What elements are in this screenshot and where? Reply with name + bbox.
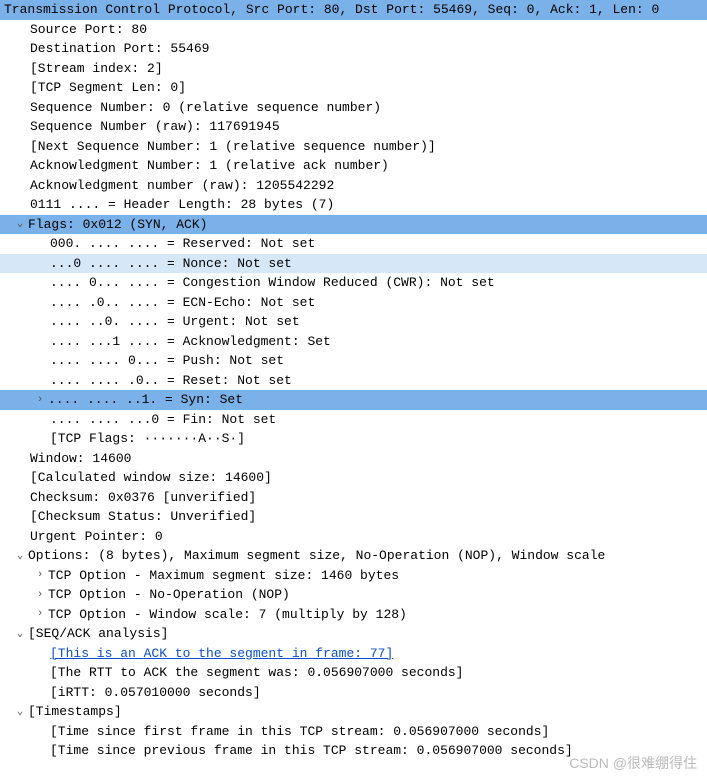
tcp-header[interactable]: Transmission Control Protocol, Src Port:… [0,0,707,20]
chevron-down-icon[interactable]: ⌄ [14,216,26,233]
field-seq-num-raw[interactable]: Sequence Number (raw): 117691945 [0,117,707,137]
field-seq-num[interactable]: Sequence Number: 0 (relative sequence nu… [0,98,707,118]
timestamps-section[interactable]: ⌄ [Timestamps] [0,702,707,722]
timestamps-summary: [Timestamps] [28,702,122,722]
chevron-down-icon[interactable]: ⌄ [14,548,26,565]
timestamps-since-first[interactable]: [Time since first frame in this TCP stre… [0,722,707,742]
option-mss[interactable]: › TCP Option - Maximum segment size: 146… [0,566,707,586]
field-dst-port[interactable]: Destination Port: 55469 [0,39,707,59]
field-checksum-status[interactable]: [Checksum Status: Unverified] [0,507,707,527]
flags-summary: Flags: 0x012 (SYN, ACK) [28,215,207,235]
flag-push[interactable]: .... .... 0... = Push: Not set [0,351,707,371]
seqack-summary: [SEQ/ACK analysis] [28,624,168,644]
seqack-ack-frame[interactable]: [This is an ACK to the segment in frame:… [0,644,707,664]
field-urgent-ptr[interactable]: Urgent Pointer: 0 [0,527,707,547]
flags-section[interactable]: ⌄ Flags: 0x012 (SYN, ACK) [0,215,707,235]
chevron-right-icon[interactable]: › [34,392,46,409]
chevron-right-icon[interactable]: › [34,567,46,584]
chevron-down-icon[interactable]: ⌄ [14,704,26,721]
field-checksum[interactable]: Checksum: 0x0376 [unverified] [0,488,707,508]
field-next-seq[interactable]: [Next Sequence Number: 1 (relative seque… [0,137,707,157]
chevron-right-icon[interactable]: › [34,606,46,623]
field-header-len[interactable]: 0111 .... = Header Length: 28 bytes (7) [0,195,707,215]
seqack-irtt[interactable]: [iRTT: 0.057010000 seconds] [0,683,707,703]
chevron-right-icon[interactable]: › [34,587,46,604]
flag-ack[interactable]: .... ...1 .... = Acknowledgment: Set [0,332,707,352]
field-ack-num[interactable]: Acknowledgment Number: 1 (relative ack n… [0,156,707,176]
flag-fin[interactable]: .... .... ...0 = Fin: Not set [0,410,707,430]
field-segment-len[interactable]: [TCP Segment Len: 0] [0,78,707,98]
seqack-section[interactable]: ⌄ [SEQ/ACK analysis] [0,624,707,644]
field-stream-index[interactable]: [Stream index: 2] [0,59,707,79]
seqack-rtt[interactable]: [The RTT to ACK the segment was: 0.05690… [0,663,707,683]
flag-ecn[interactable]: .... .0.. .... = ECN-Echo: Not set [0,293,707,313]
flag-reset[interactable]: .... .... .0.. = Reset: Not set [0,371,707,391]
flag-tcp-flags[interactable]: [TCP Flags: ·······A··S·] [0,429,707,449]
ack-frame-link[interactable]: [This is an ACK to the segment in frame:… [50,644,393,664]
field-ack-num-raw[interactable]: Acknowledgment number (raw): 1205542292 [0,176,707,196]
options-section[interactable]: ⌄ Options: (8 bytes), Maximum segment si… [0,546,707,566]
flag-syn[interactable]: › .... .... ..1. = Syn: Set [0,390,707,410]
option-wscale[interactable]: › TCP Option - Window scale: 7 (multiply… [0,605,707,625]
flag-nonce[interactable]: ...0 .... .... = Nonce: Not set [0,254,707,274]
flag-reserved[interactable]: 000. .... .... = Reserved: Not set [0,234,707,254]
flag-cwr[interactable]: .... 0... .... = Congestion Window Reduc… [0,273,707,293]
timestamps-since-prev[interactable]: [Time since previous frame in this TCP s… [0,741,707,761]
options-summary: Options: (8 bytes), Maximum segment size… [28,546,605,566]
field-src-port[interactable]: Source Port: 80 [0,20,707,40]
tcp-header-text: Transmission Control Protocol, Src Port:… [4,0,659,20]
field-window[interactable]: Window: 14600 [0,449,707,469]
field-calc-window[interactable]: [Calculated window size: 14600] [0,468,707,488]
flag-urgent[interactable]: .... ..0. .... = Urgent: Not set [0,312,707,332]
chevron-down-icon[interactable]: ⌄ [14,626,26,643]
option-nop[interactable]: › TCP Option - No-Operation (NOP) [0,585,707,605]
